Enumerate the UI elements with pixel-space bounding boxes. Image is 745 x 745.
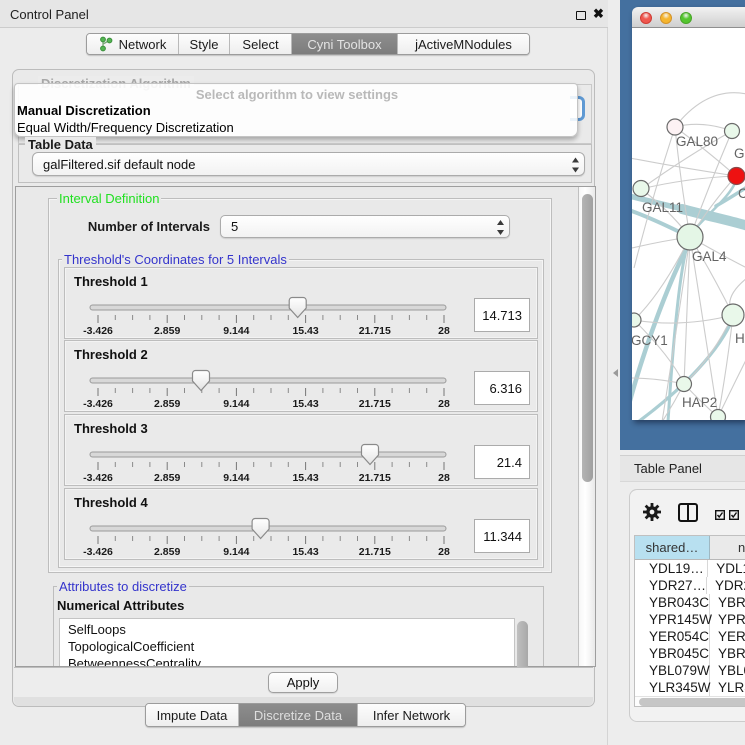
svg-text:-3.426: -3.426 [83, 398, 113, 410]
svg-text:21.715: 21.715 [359, 398, 391, 410]
svg-text:-3.426: -3.426 [83, 546, 113, 558]
svg-text:21.715: 21.715 [359, 472, 391, 484]
svg-text:21.715: 21.715 [359, 546, 391, 558]
svg-text:15.43: 15.43 [292, 546, 318, 558]
svg-text:28: 28 [438, 398, 450, 410]
svg-text:H: H [735, 331, 745, 346]
svg-text:G.: G. [734, 146, 745, 161]
svg-text:15.43: 15.43 [292, 472, 318, 484]
svg-text:21.715: 21.715 [359, 325, 391, 337]
svg-text:15.43: 15.43 [292, 325, 318, 337]
svg-text:9.144: 9.144 [223, 398, 249, 410]
svg-text:GAL11: GAL11 [642, 200, 683, 215]
svg-text:2.859: 2.859 [154, 398, 180, 410]
svg-text:GCY1: GCY1 [632, 333, 668, 348]
svg-text:2.859: 2.859 [154, 325, 180, 337]
svg-text:9.144: 9.144 [223, 472, 249, 484]
svg-text:28: 28 [438, 472, 450, 484]
svg-text:2.859: 2.859 [154, 546, 180, 558]
svg-text:GAL80: GAL80 [676, 134, 718, 149]
svg-text:28: 28 [438, 325, 450, 337]
svg-text:15.43: 15.43 [292, 398, 318, 410]
svg-text:-3.426: -3.426 [83, 472, 113, 484]
svg-text:28: 28 [438, 546, 450, 558]
svg-text:9.144: 9.144 [223, 325, 249, 337]
svg-text:GAL4: GAL4 [692, 249, 727, 264]
svg-text:9.144: 9.144 [223, 546, 249, 558]
svg-text:HAP2: HAP2 [682, 395, 717, 410]
svg-text:2.859: 2.859 [154, 472, 180, 484]
svg-text:C: C [738, 186, 745, 201]
svg-text:-3.426: -3.426 [83, 325, 113, 337]
